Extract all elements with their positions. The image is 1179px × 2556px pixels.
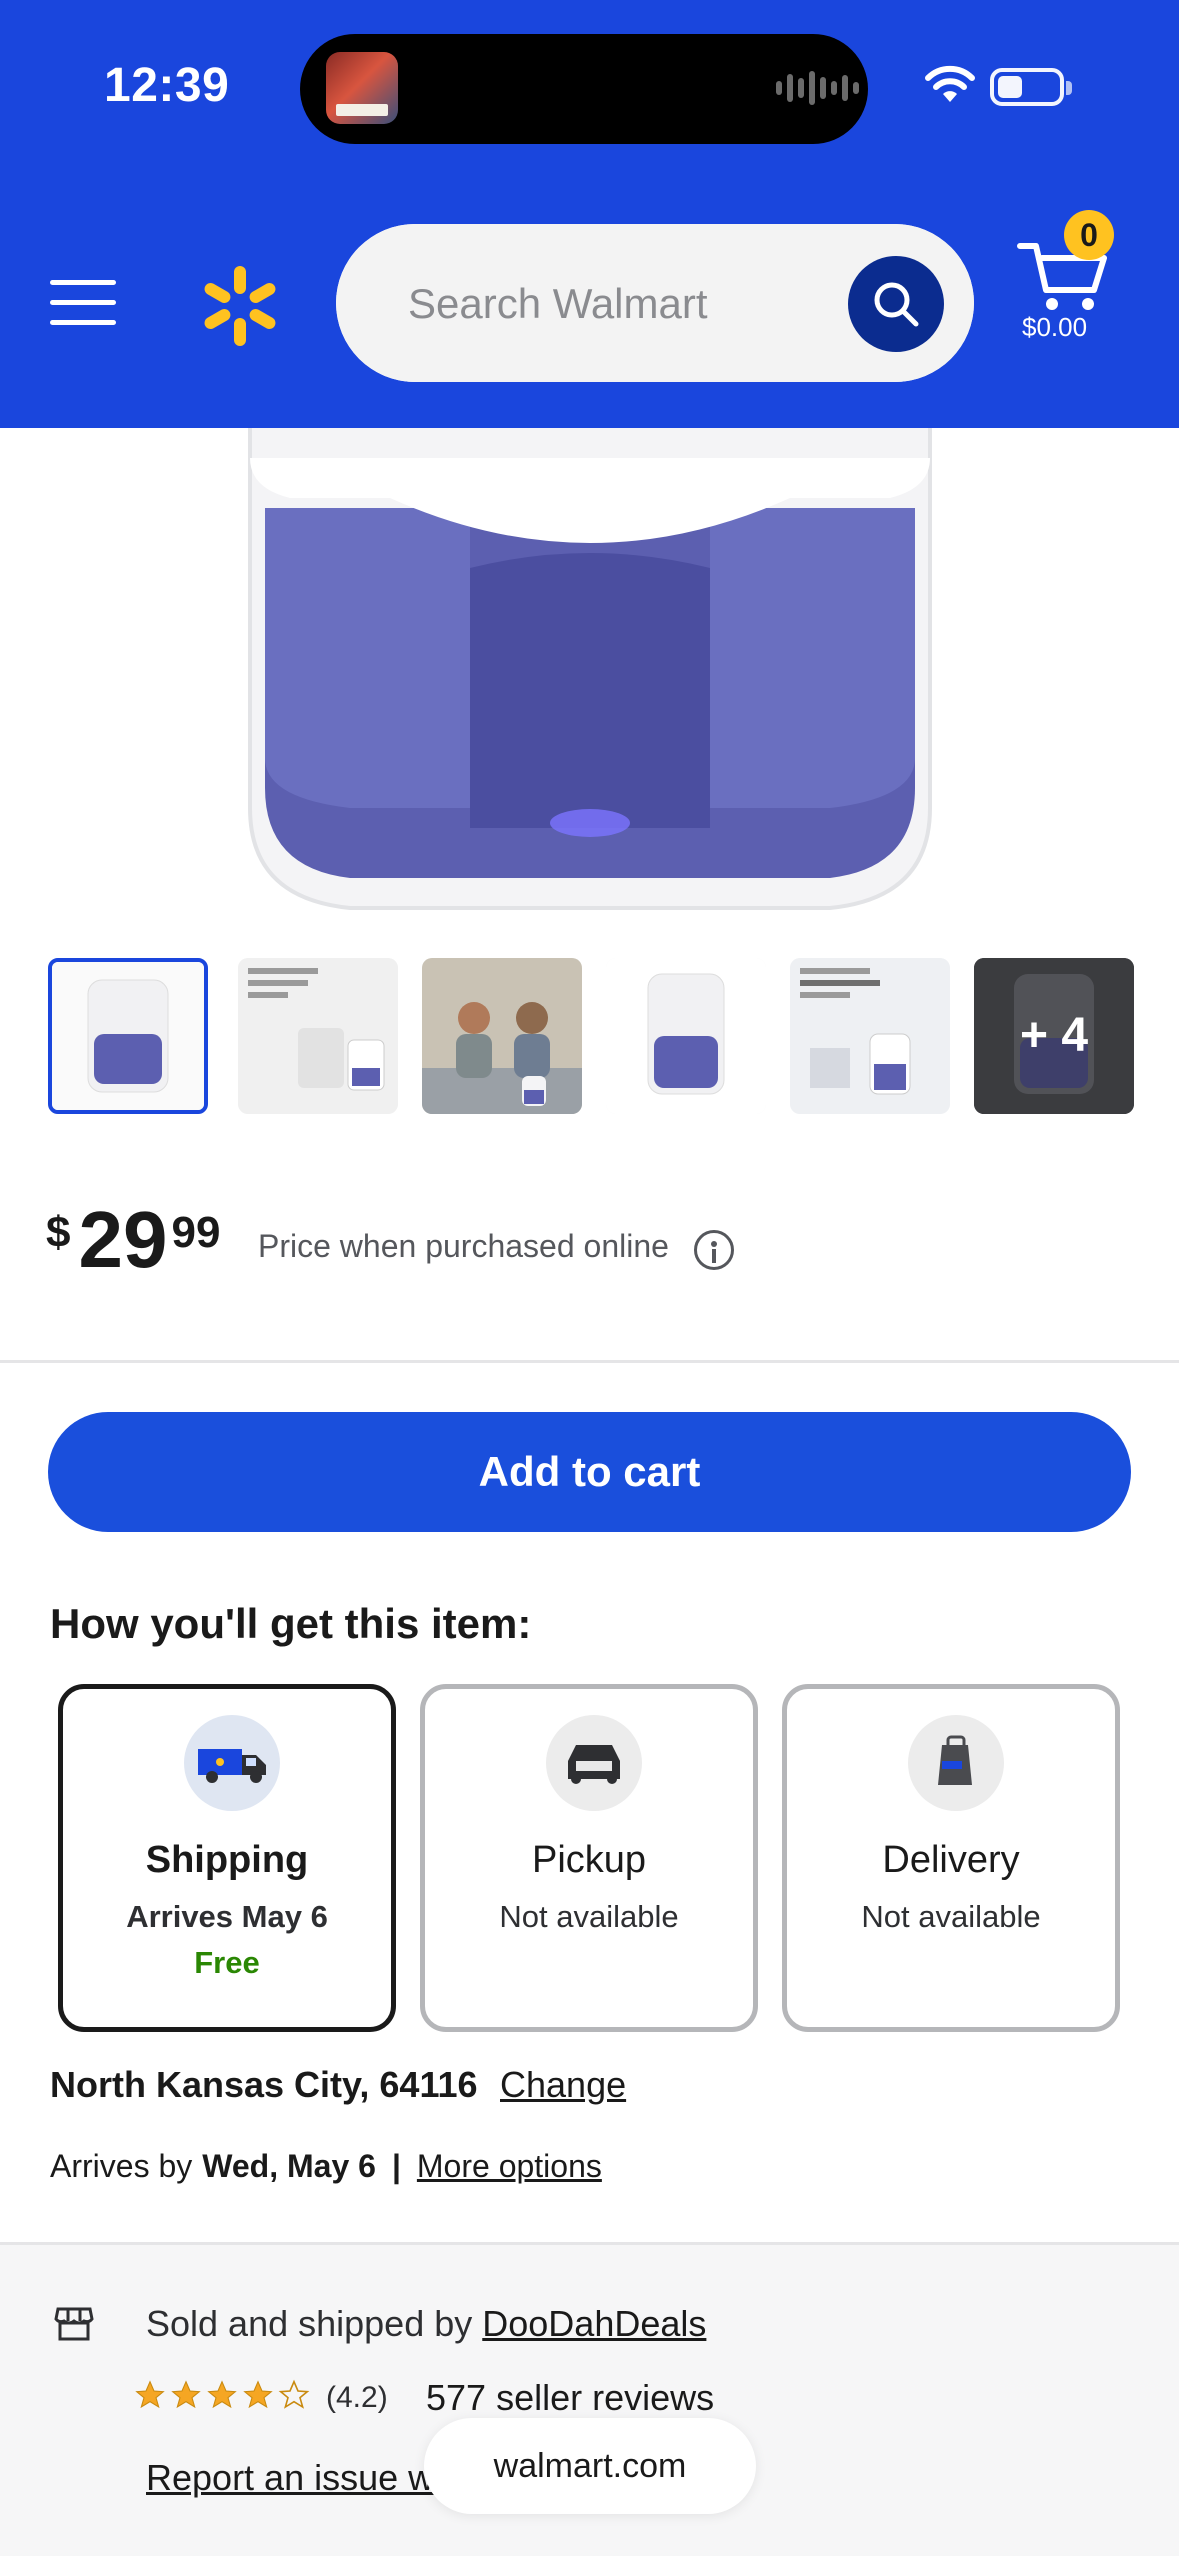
thumbnail-4[interactable]	[606, 958, 766, 1114]
price-note: Price when purchased online	[258, 1228, 669, 1264]
arrival-date: Wed, May 6	[202, 2148, 376, 2184]
store-icon	[54, 2307, 94, 2341]
star-full-icon	[135, 2380, 165, 2409]
seller-reviews-link[interactable]: 577 seller reviews	[426, 2377, 714, 2419]
thumbnail-2[interactable]	[238, 958, 398, 1114]
now-playing-artwork	[326, 52, 398, 124]
header-bar: 12:39 Search Walmart 0 $0.00	[0, 0, 1179, 428]
delivery-bag-icon	[908, 1715, 1004, 1811]
option-title: Pickup	[531, 1839, 647, 1881]
wifi-icon	[925, 65, 975, 102]
thumbnail-strip: + 4	[48, 958, 1138, 1114]
star-full-icon	[207, 2380, 237, 2409]
option-title: Shipping	[145, 1839, 309, 1881]
divider	[0, 1360, 1179, 1363]
browser-url-bar[interactable]: walmart.com	[424, 2418, 756, 2514]
option-subtitle: Not available	[499, 1899, 679, 1934]
thumbnail-1[interactable]	[48, 958, 208, 1114]
menu-button[interactable]	[50, 276, 116, 330]
battery-icon	[990, 68, 1072, 106]
thumbnail-5[interactable]	[790, 958, 950, 1114]
product-image[interactable]	[90, 428, 1090, 948]
info-icon[interactable]	[694, 1230, 734, 1270]
search-button[interactable]	[848, 256, 944, 352]
thumbnail-image	[238, 958, 398, 1114]
walmart-spark-logo[interactable]	[196, 262, 284, 350]
fulfillment-option-delivery[interactable]: Delivery Not available	[782, 1684, 1120, 2032]
more-images-count: + 4	[1019, 1009, 1089, 1062]
arrival-info: Arrives by Wed, May 6 | More options	[50, 2148, 602, 2185]
add-to-cart-button[interactable]: Add to cart	[48, 1412, 1131, 1532]
seller-rating-value: (4.2)	[326, 2381, 388, 2414]
price-cents: 99	[171, 1208, 221, 1257]
change-location-link[interactable]: Change	[500, 2064, 626, 2106]
price: $ 29 99	[46, 1200, 220, 1280]
search-placeholder: Search Walmart	[408, 280, 708, 327]
pickup-car-icon	[546, 1715, 642, 1811]
star-full-icon	[243, 2380, 273, 2409]
option-title: Delivery	[882, 1839, 1020, 1881]
star-full-icon	[171, 2380, 201, 2409]
thumbnail-image	[606, 958, 766, 1114]
search-icon	[874, 282, 919, 327]
more-options-link[interactable]: More options	[417, 2148, 602, 2185]
seller-rating-stars	[134, 2379, 310, 2411]
thumbnail-image	[52, 962, 204, 1110]
search-field[interactable]: Search Walmart	[336, 224, 974, 382]
status-time: 12:39	[104, 59, 230, 112]
star-empty-icon	[278, 2379, 310, 2409]
option-subtitle: Arrives May 6	[126, 1899, 328, 1934]
fulfillment-option-shipping[interactable]: Shipping Arrives May 6 Free	[58, 1684, 396, 2032]
thumbnail-3[interactable]	[422, 958, 582, 1114]
arrival-prefix: Arrives by	[50, 2148, 193, 2184]
sold-by-prefix: Sold and shipped by	[146, 2303, 473, 2344]
option-subtitle: Not available	[861, 1899, 1041, 1934]
thumbnail-image	[790, 958, 950, 1114]
thumbnail-more[interactable]: + 4	[974, 958, 1134, 1114]
fulfillment-option-pickup[interactable]: Pickup Not available	[420, 1684, 758, 2032]
cart-total: $0.00	[1022, 312, 1088, 342]
price-currency: $	[46, 1208, 71, 1257]
fulfillment-title: How you'll get this item:	[50, 1600, 532, 1647]
delivery-location: North Kansas City, 64116	[50, 2064, 478, 2105]
arrival-separator: |	[391, 2148, 401, 2184]
shipping-truck-icon	[184, 1715, 280, 1811]
price-dollars: 29	[78, 1195, 168, 1284]
audio-wave-icon	[776, 70, 859, 106]
thumbnail-image	[422, 958, 582, 1114]
cart-count-badge: 0	[1064, 210, 1114, 260]
option-free-label: Free	[194, 1945, 260, 1980]
sold-by: Sold and shipped by DooDahDeals	[146, 2303, 706, 2345]
seller-name-link[interactable]: DooDahDeals	[482, 2303, 706, 2344]
